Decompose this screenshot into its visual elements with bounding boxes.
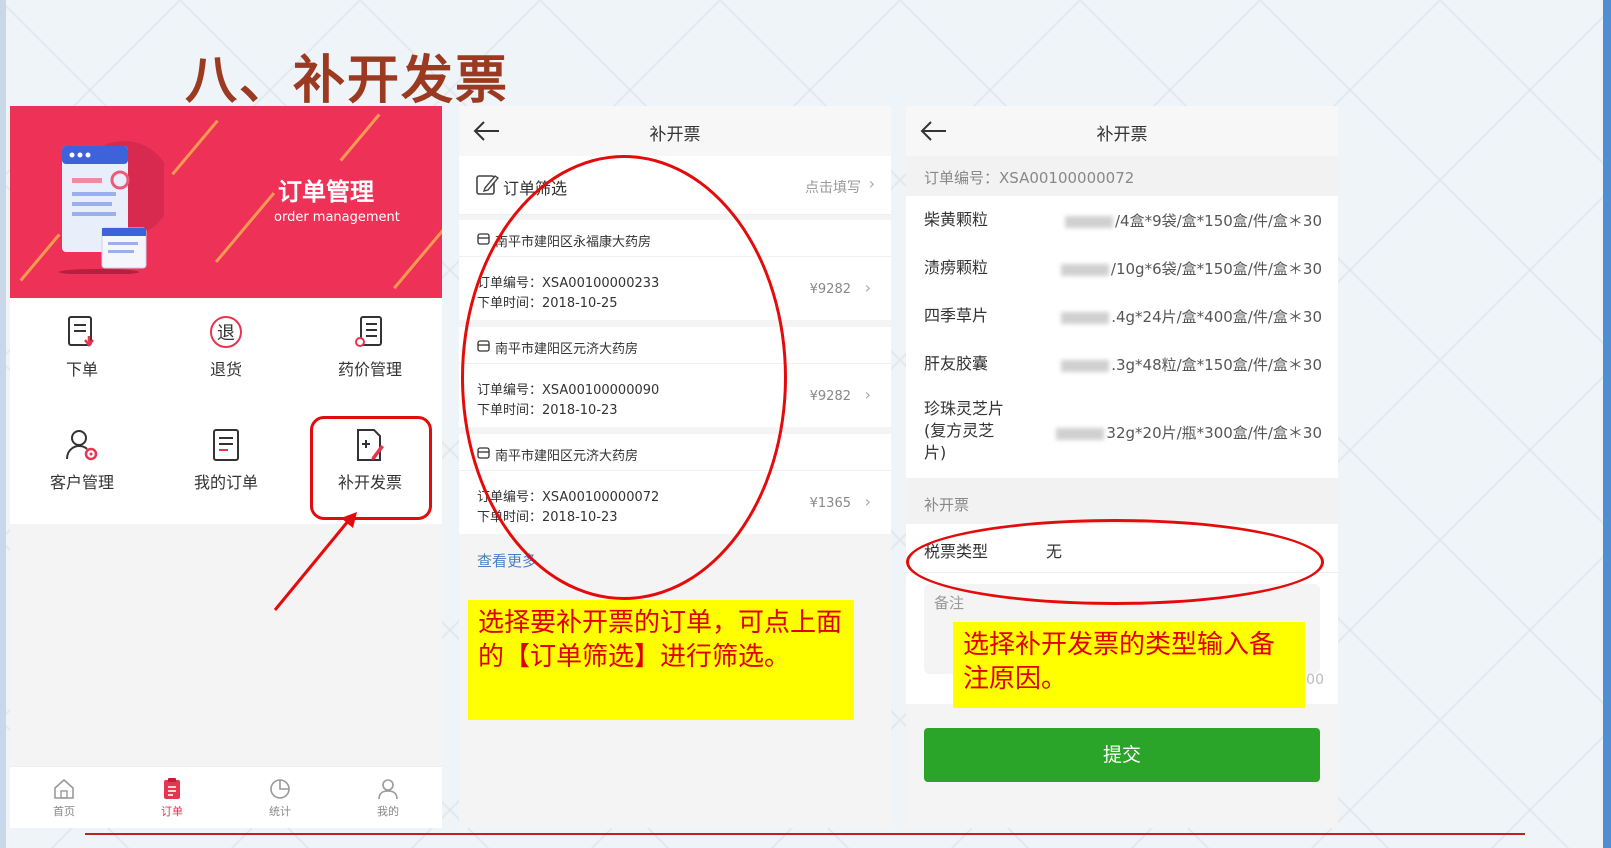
- instruction-note: 选择要补开票的订单，可点上面的【订单筛选】进行筛选。: [468, 600, 854, 720]
- tab-mine[interactable]: 我的: [334, 767, 442, 828]
- product-spec: /10g*6袋/盒*150盒/件/盒＊30: [1060, 258, 1322, 279]
- product-row: 肝友胶囊 .3g*48粒/盒*150盒/件/盒＊30: [906, 340, 1338, 389]
- slide-title: 八、补开发票: [185, 51, 510, 111]
- slide-right-edge: [1603, 0, 1611, 848]
- order-number-header: 订单编号：XSA00100000072: [906, 156, 1338, 196]
- order-amount: ¥1365: [809, 496, 851, 511]
- grid-item-my-orders[interactable]: 我的订单: [154, 411, 298, 524]
- product-row: 四季草片 .4g*24片/盒*400盒/件/盒＊30: [906, 292, 1338, 341]
- nav-title: 补开票: [649, 125, 701, 145]
- my-orders-icon: [213, 429, 239, 461]
- grid-label: 药价管理: [337, 360, 402, 379]
- chevron-right-icon: ›: [864, 492, 871, 511]
- tab-label: 首页: [53, 805, 75, 818]
- grid-item-price-management[interactable]: 药价管理: [298, 298, 442, 411]
- tab-label: 我的: [377, 805, 399, 818]
- instruction-note: 选择补开发票的类型输入备注原因。: [953, 622, 1305, 708]
- edit-note-icon: [476, 175, 499, 195]
- grid-item-customer-management[interactable]: 客户管理: [10, 411, 154, 524]
- highlight-frame: [310, 416, 432, 520]
- tab-statistics[interactable]: 统计: [226, 767, 334, 828]
- highlight-ellipse: [906, 519, 1324, 605]
- chevron-right-icon: ›: [868, 174, 875, 193]
- highlight-ellipse: [461, 155, 787, 600]
- chevron-right-icon: ›: [864, 385, 871, 404]
- tab-label: 统计: [269, 805, 291, 818]
- product-spec: .3g*48粒/盒*150盒/件/盒＊30: [1061, 354, 1322, 375]
- supplement-invoice-screen: 补开票 订单编号：XSA00100000072 柴黄颗粒 /4盒*9袋/盒*15…: [906, 106, 1338, 828]
- grid-item-place-order[interactable]: 下单: [10, 298, 154, 411]
- tab-label: 订单: [161, 805, 183, 818]
- invoice-section-header: 补开票: [906, 478, 1338, 524]
- order-management-screen: 订单管理 order management 下单 退 退货 药价管理 客户管理 …: [10, 106, 442, 828]
- remark-char-count: 00: [1306, 672, 1324, 688]
- grid-label: 我的订单: [193, 473, 258, 492]
- svg-text:退: 退: [217, 323, 235, 344]
- grid-label: 下单: [65, 360, 98, 379]
- store-icon: [477, 233, 490, 245]
- product-spec: /4盒*9袋/盒*150盒/件/盒＊30: [1064, 210, 1322, 231]
- grid-label: 退货: [209, 360, 242, 379]
- nav-bar: 补开票: [906, 106, 1338, 157]
- invoice-section-label: 补开票: [924, 496, 970, 514]
- price-list-icon: [355, 316, 382, 347]
- chevron-right-icon: ›: [864, 278, 871, 297]
- order-management-banner: 订单管理 order management: [10, 106, 442, 298]
- banner-title: 订单管理: [278, 178, 374, 206]
- nav-title: 补开票: [1096, 125, 1148, 145]
- product-name: 柴黄颗粒: [924, 210, 989, 229]
- order-document-illustration: [59, 141, 164, 274]
- return-icon: 退: [210, 316, 242, 348]
- product-spec: 32g*20片/瓶*300盒/件/盒＊30: [1056, 422, 1322, 443]
- user-icon: [378, 779, 398, 800]
- nav-bar: 补开票: [459, 106, 891, 157]
- tab-orders[interactable]: 订单: [118, 767, 226, 828]
- pie-chart-icon: [270, 779, 290, 799]
- grid-item-return[interactable]: 退 退货: [154, 298, 298, 411]
- banner-subtitle: order management: [274, 210, 400, 225]
- order-amount: ¥9282: [809, 389, 851, 404]
- product-row: 珍珠灵芝片(复方灵芝片) 32g*20片/瓶*300盒/件/盒＊30: [906, 388, 1338, 479]
- slide-bottom-rule: [85, 833, 1525, 835]
- product-name: 四季草片: [924, 306, 989, 325]
- bottom-tab-bar: 首页 订单 统计 我的: [10, 766, 442, 828]
- customer-gear-icon: [66, 430, 98, 461]
- order-number-text: 订单编号：XSA00100000072: [924, 169, 1135, 187]
- slide-left-edge: [0, 0, 6, 848]
- product-row: 渍痨颗粒 /10g*6袋/盒*150盒/件/盒＊30: [906, 244, 1338, 293]
- product-name: 肝友胶囊: [924, 354, 989, 373]
- product-name: 珍珠灵芝片(复方灵芝片): [924, 399, 1005, 462]
- remark-label: 备注: [934, 594, 965, 612]
- order-clipboard-icon: [164, 778, 180, 799]
- order-amount: ¥9282: [809, 282, 851, 297]
- filter-hint: 点击填写: [805, 180, 861, 196]
- product-name: 渍痨颗粒: [924, 258, 989, 277]
- pointer-arrow: [273, 512, 357, 611]
- grid-label: 客户管理: [49, 473, 114, 492]
- home-icon: [54, 778, 74, 799]
- submit-button[interactable]: 提交: [924, 728, 1320, 782]
- product-row: 柴黄颗粒 /4盒*9袋/盒*150盒/件/盒＊30: [906, 196, 1338, 245]
- order-form-icon: [68, 316, 94, 348]
- tab-home[interactable]: 首页: [10, 767, 118, 828]
- product-spec: .4g*24片/盒*400盒/件/盒＊30: [1061, 306, 1322, 327]
